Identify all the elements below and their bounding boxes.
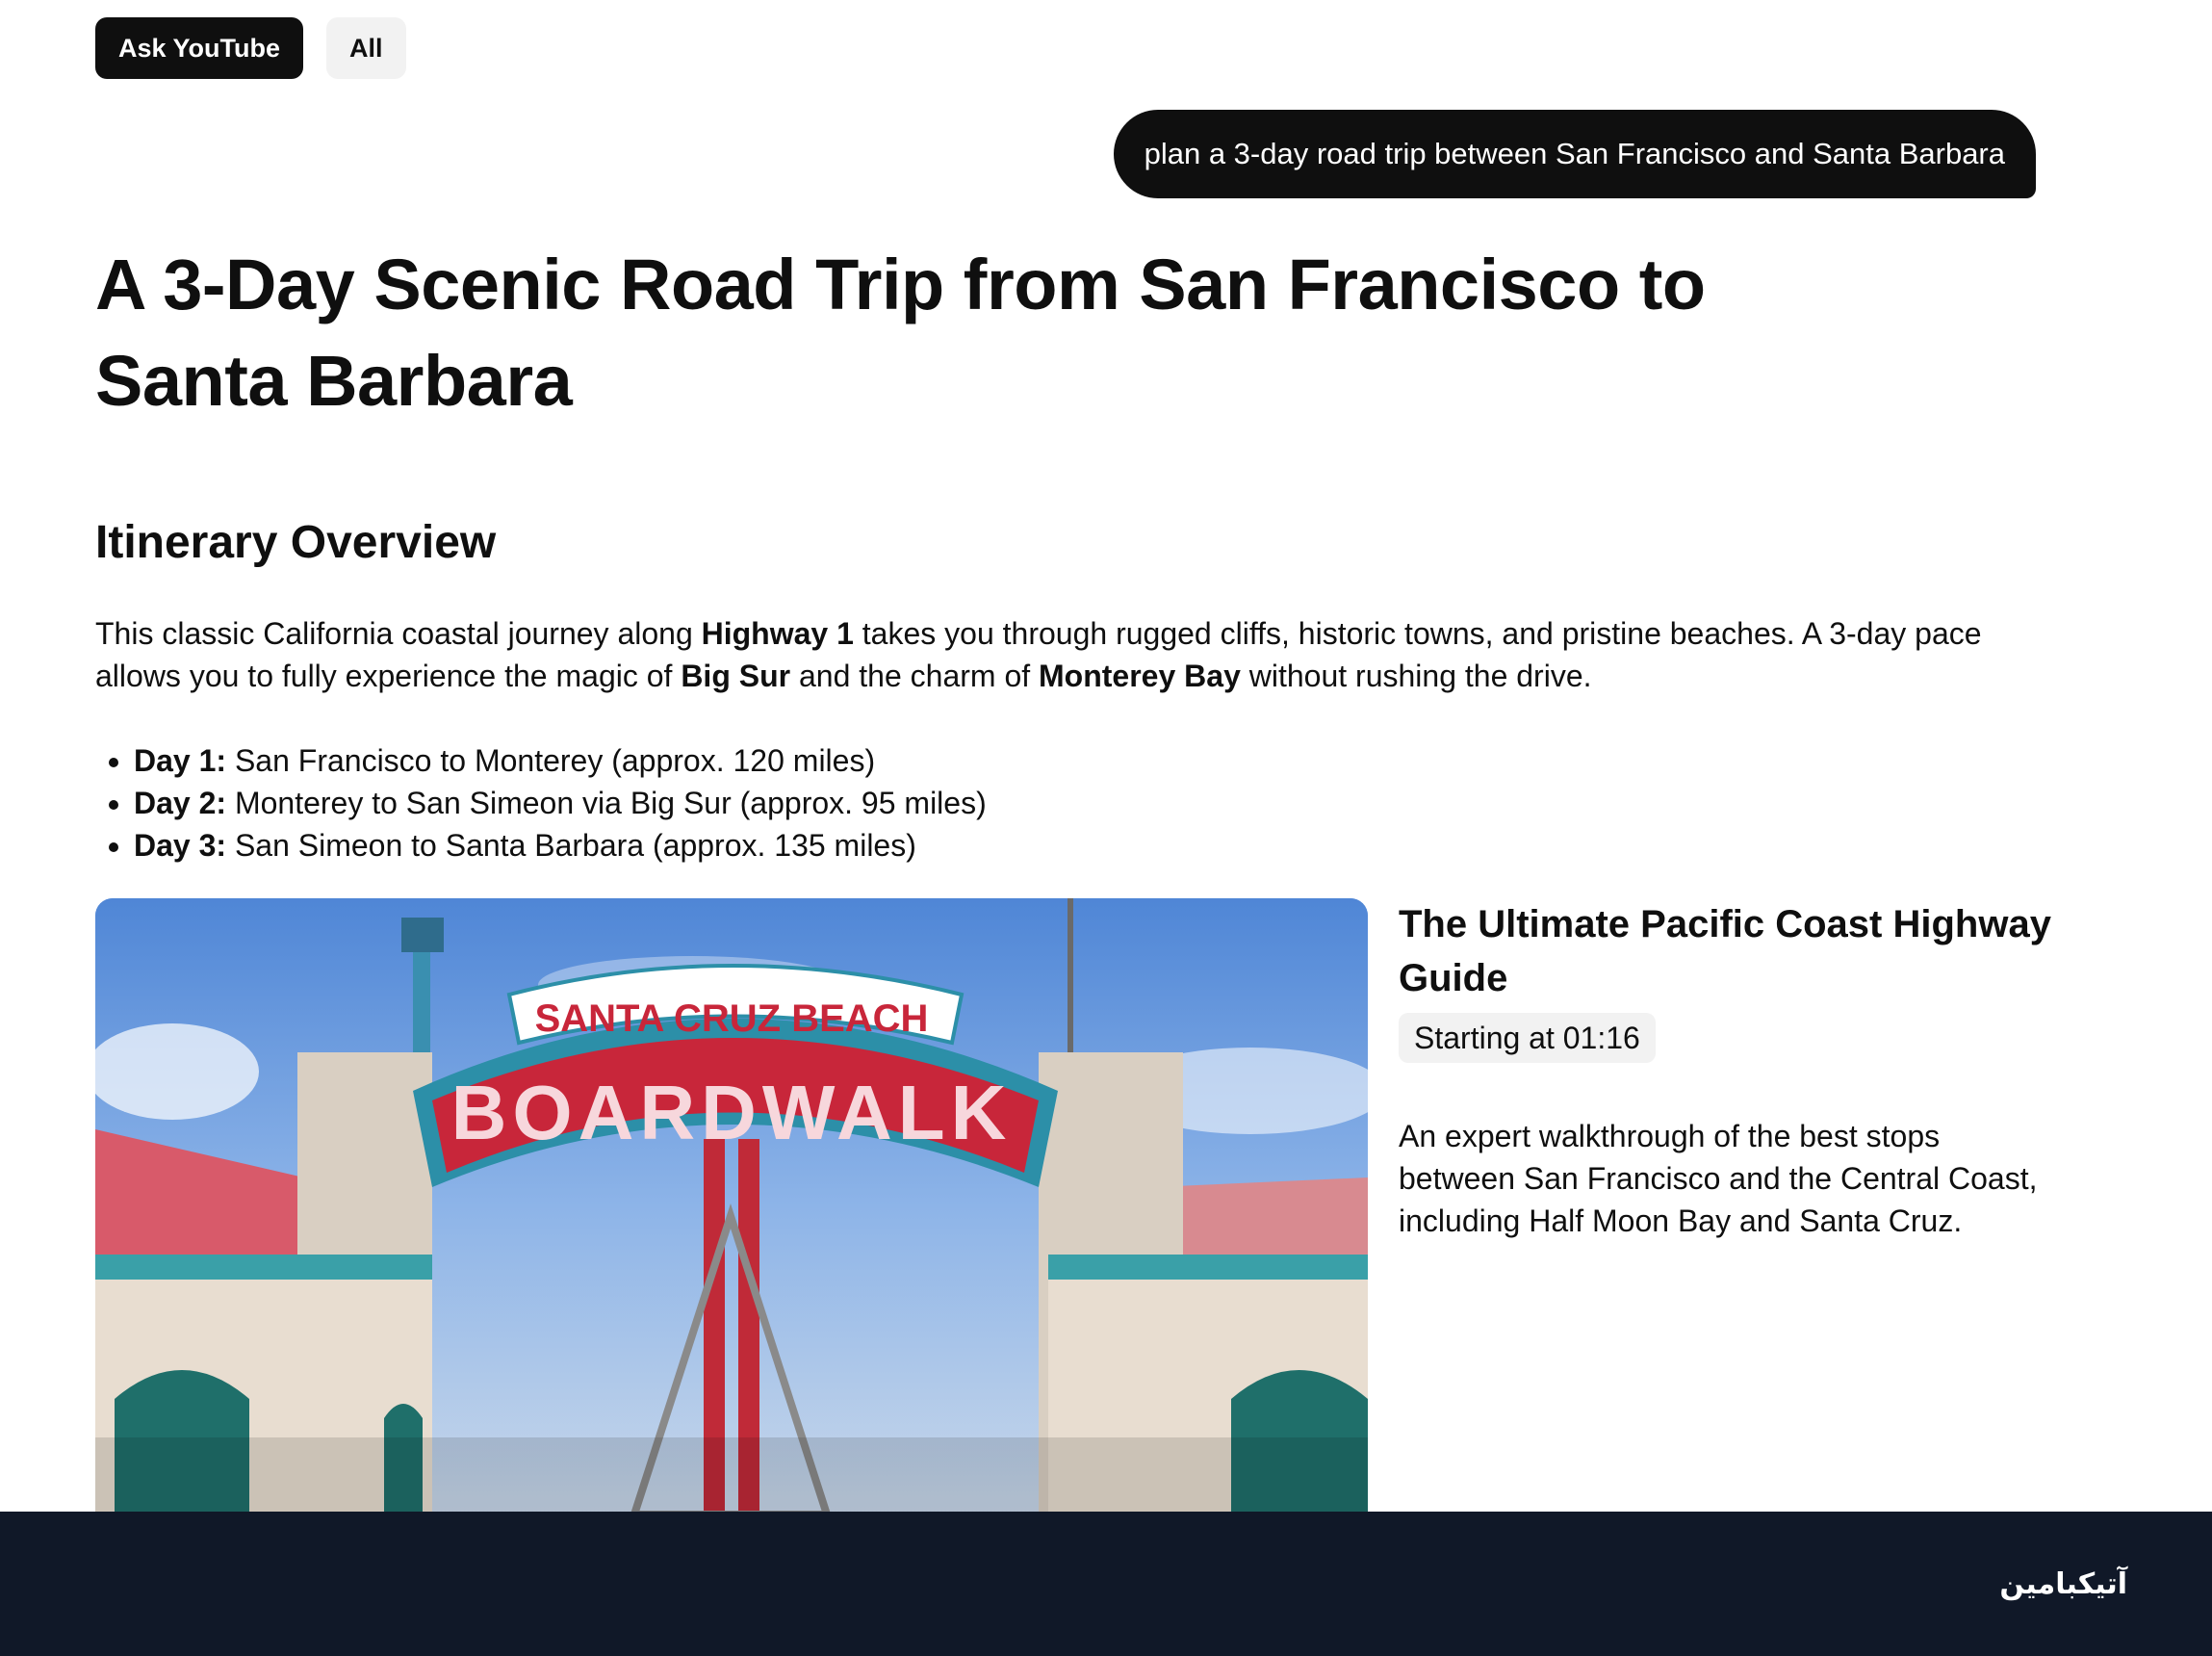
itinerary-list: Day 1: San Francisco to Monterey (approx…	[95, 739, 987, 867]
page-title: A 3-Day Scenic Road Trip from San Franci…	[95, 245, 1706, 421]
user-query-bubble: plan a 3-day road trip between San Franc…	[1113, 110, 2036, 198]
video-thumbnail[interactable]: SANTA CRUZ BEACH BOARDWALK	[95, 898, 1368, 1514]
big-sur-bold: Big Sur	[681, 659, 791, 693]
day-text: San Francisco to Monterey (approx. 120 m…	[226, 743, 876, 778]
monterey-bay-bold: Monterey Bay	[1039, 659, 1241, 693]
video-title[interactable]: The Ultimate Pacific Coast Highway Guide	[1399, 897, 2053, 1005]
intro-paragraph: This classic California coastal journey …	[95, 612, 2059, 697]
day-text: Monterey to San Simeon via Big Sur (appr…	[226, 786, 987, 820]
intro-text: without rushing the drive.	[1240, 659, 1592, 693]
intro-text: and the charm of	[790, 659, 1040, 693]
footer-logo: آتیکبامین	[1999, 1568, 2127, 1600]
boardwalk-illustration: SANTA CRUZ BEACH BOARDWALK	[95, 898, 1368, 1514]
video-description: An expert walkthrough of the best stops …	[1399, 1119, 2038, 1238]
day-label: Day 1:	[134, 743, 227, 778]
list-item: Day 1: San Francisco to Monterey (approx…	[134, 739, 987, 782]
timestamp-prefix: Starting at	[1414, 1021, 1563, 1055]
list-item: Day 2: Monterey to San Simeon via Big Su…	[134, 782, 987, 824]
sign-top-text: SANTA CRUZ BEACH	[535, 997, 929, 1040]
chip-all[interactable]: All	[326, 17, 406, 79]
video-info: The Ultimate Pacific Coast Highway Guide…	[1399, 897, 2053, 1242]
filter-chips: Ask YouTube All	[95, 17, 406, 79]
list-item: Day 3: San Simeon to Santa Barbara (appr…	[134, 824, 987, 867]
highway-bold: Highway 1	[701, 616, 854, 651]
day-text: San Simeon to Santa Barbara (approx. 135…	[226, 828, 916, 863]
day-label: Day 2:	[134, 786, 227, 820]
chip-ask-youtube[interactable]: Ask YouTube	[95, 17, 304, 79]
footer-bar: آتیکبامین	[0, 1512, 2212, 1656]
timestamp-value: 01:16	[1562, 1021, 1640, 1055]
intro-text: This classic California coastal journey …	[95, 616, 702, 651]
section-heading: Itinerary Overview	[95, 517, 497, 568]
day-label: Day 3:	[134, 828, 227, 863]
sign-main-text: BOARDWALK	[451, 1070, 1013, 1155]
timestamp-chip[interactable]: Starting at 01:16	[1399, 1013, 1656, 1063]
page: Ask YouTube All plan a 3-day road trip b…	[0, 0, 2212, 1656]
